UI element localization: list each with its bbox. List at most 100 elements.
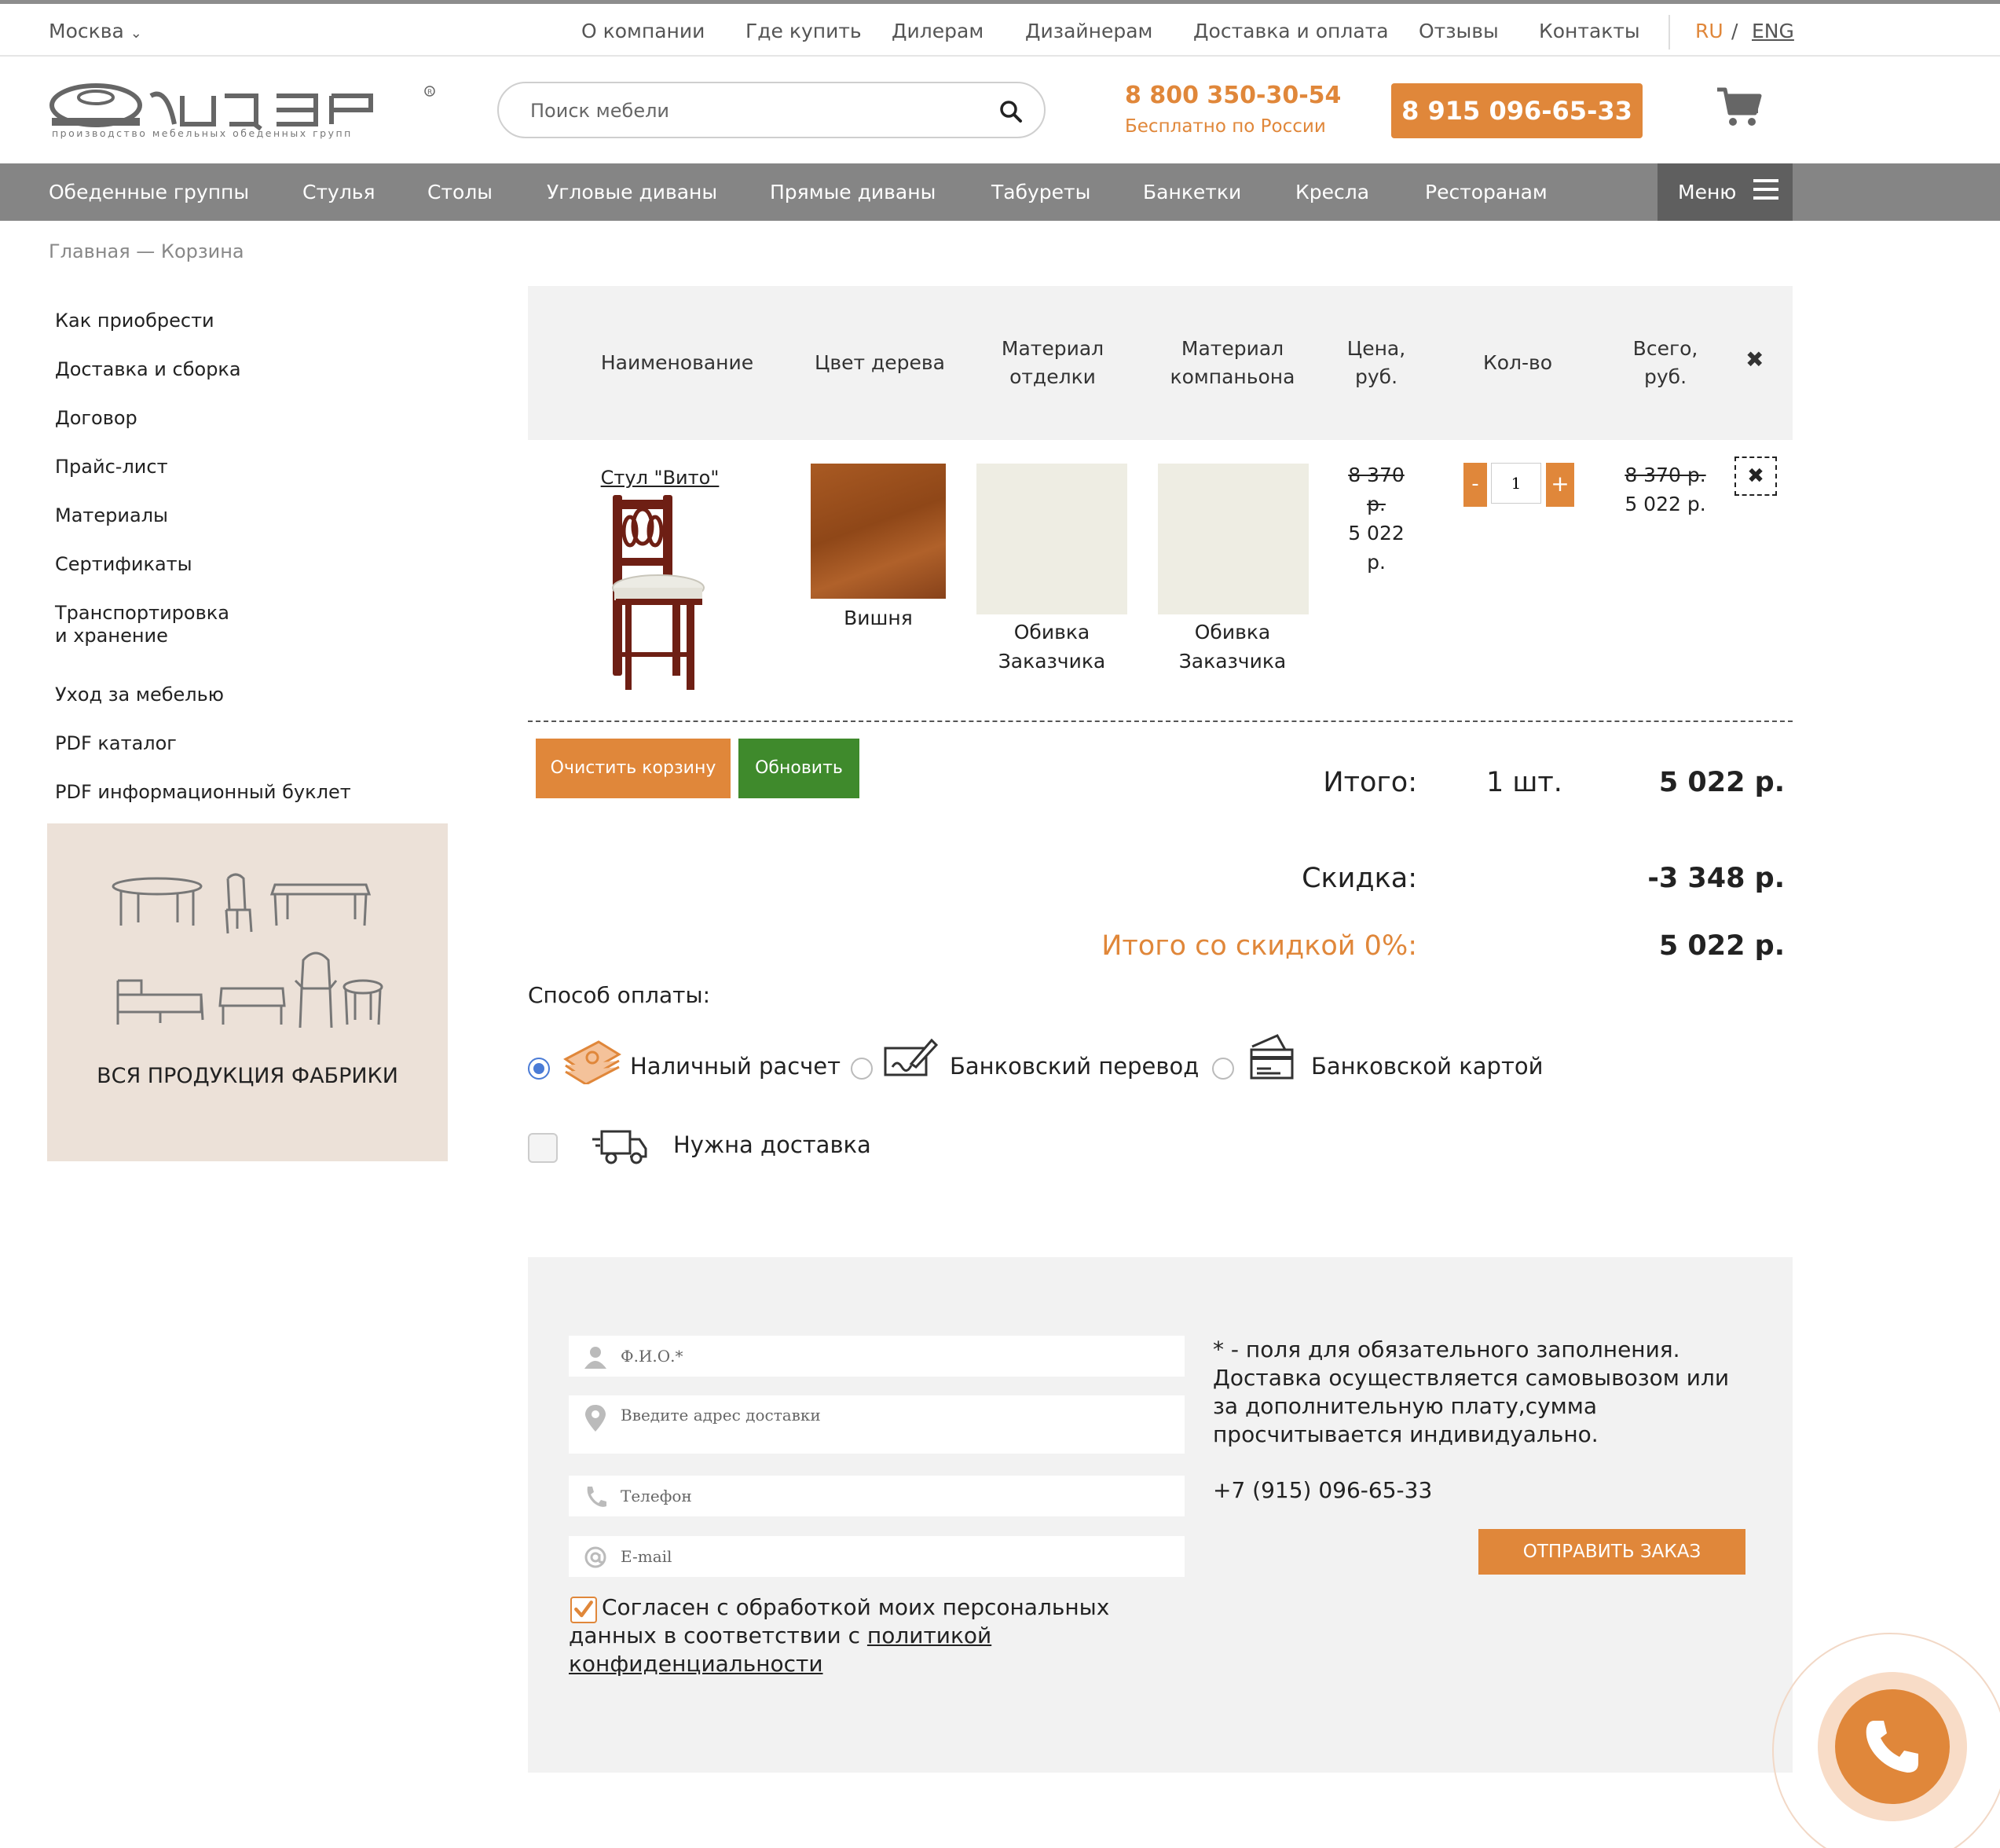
finish-material-name-1: Обивка — [1013, 621, 1090, 644]
product-chair-image[interactable] — [597, 495, 723, 691]
col-total-label-2: руб. — [1643, 365, 1687, 388]
phone-free-caption: Бесплатно по России — [1125, 116, 1326, 137]
lang-separator: / — [1731, 20, 1738, 42]
search-input[interactable] — [530, 96, 970, 126]
address-field — [569, 1395, 1185, 1454]
logo[interactable]: R производство мебельных обеденных групп — [49, 79, 441, 141]
discount-value: -3 348 р. — [1647, 863, 1785, 894]
phone-input[interactable] — [621, 1476, 1170, 1516]
payment-cash-label[interactable]: Наличный расчет — [630, 1053, 841, 1080]
menu-benches[interactable]: Банкетки — [1143, 181, 1241, 204]
price-old-value: 8 370 — [1348, 464, 1405, 486]
search-icon[interactable] — [998, 99, 1024, 124]
col-qty-label: Кол-во — [1482, 351, 1553, 374]
total-label: Итого: — [1323, 767, 1417, 798]
topnav-about[interactable]: О компании — [581, 20, 705, 42]
fio-input[interactable] — [621, 1336, 1170, 1377]
menu-chairs[interactable]: Стулья — [302, 181, 375, 204]
phone-free-link[interactable]: 8 800 350-30-54 — [1125, 82, 1341, 109]
menu-armchairs[interactable]: Кресла — [1295, 181, 1369, 204]
payment-transfer-label[interactable]: Банковский перевод — [950, 1053, 1199, 1080]
sidebar-link-how-to-buy[interactable]: Как приобрести — [55, 309, 214, 332]
city-selector[interactable]: Москва ⌄ — [49, 20, 142, 42]
price-old: 8 370 р. — [1337, 460, 1416, 519]
sidebar-link-transport-1[interactable]: Транспортировка — [55, 601, 229, 625]
sidebar-link-materials[interactable]: Материалы — [55, 504, 168, 527]
delivery-label[interactable]: Нужна доставка — [673, 1131, 871, 1158]
form-note: * - поля для обязательного заполнения. Д… — [1213, 1336, 1730, 1447]
promo-all-products[interactable]: ВСЯ ПРОДУКЦИЯ ФАБРИКИ — [47, 823, 448, 1161]
at-sign-icon — [584, 1546, 606, 1568]
col-companion-label-1: Материал — [1181, 337, 1284, 360]
phone-mobile-button[interactable]: 8 915 096-65-33 — [1391, 83, 1643, 138]
consent-text: Согласен с обработкой моих персональных … — [569, 1593, 1150, 1678]
col-finish-label-1: Материал — [1001, 337, 1104, 360]
email-input[interactable] — [621, 1536, 1170, 1577]
sidebar-link-transport-2[interactable]: и хранение — [55, 624, 168, 647]
remove-all-icon[interactable]: ✖ — [1745, 346, 1764, 372]
menu-button[interactable]: Меню — [1658, 163, 1793, 221]
menu-straight-sofas[interactable]: Прямые диваны — [770, 181, 936, 204]
menu-tables[interactable]: Столы — [427, 181, 493, 204]
companion-material-name-1: Обивка — [1194, 621, 1271, 644]
sidebar-link-delivery[interactable]: Доставка и сборка — [55, 358, 241, 381]
submit-order-button[interactable]: ОТПРАВИТЬ ЗАКАЗ — [1478, 1529, 1745, 1575]
menu-stools[interactable]: Табуреты — [991, 181, 1090, 204]
payment-cash-radio[interactable] — [528, 1058, 550, 1080]
callback-button[interactable] — [1835, 1689, 1950, 1804]
topnav-where-to-buy[interactable]: Где купить — [745, 20, 862, 42]
chevron-down-icon: ⌄ — [130, 25, 142, 42]
payment-card-radio[interactable] — [1212, 1058, 1234, 1080]
sidebar-link-contract[interactable]: Договор — [55, 406, 137, 430]
companion-material-name: Обивка Заказчика — [1141, 618, 1324, 676]
sidebar-link-price-list[interactable]: Прайс-лист — [55, 455, 168, 478]
main-menu: Обеденные группы Стулья Столы Угловые ди… — [0, 163, 2000, 221]
sidebar-link-certificates[interactable]: Сертификаты — [55, 552, 192, 576]
topnav-dealers[interactable]: Дилерам — [892, 20, 984, 42]
phone-handset-icon — [1866, 1721, 1918, 1773]
row-total-new: 5 022 р. — [1625, 493, 1706, 515]
logo-mark: R производство мебельных обеденных групп — [49, 83, 435, 139]
payment-transfer-radio[interactable] — [851, 1058, 873, 1080]
promo-label: ВСЯ ПРОДУКЦИЯ ФАБРИКИ — [97, 1064, 398, 1088]
breadcrumb[interactable]: Главная — Корзина — [49, 240, 244, 262]
lang-en-link[interactable]: ENG — [1752, 20, 1794, 42]
menu-restaurants[interactable]: Ресторанам — [1425, 181, 1548, 204]
topnav-designers[interactable]: Дизайнерам — [1025, 20, 1152, 42]
remove-item-icon[interactable]: ✖ — [1734, 456, 1777, 496]
sidebar-link-pdf-booklet[interactable]: PDF информационный буклет — [55, 780, 351, 804]
qty-input[interactable] — [1491, 463, 1541, 504]
logo-tagline: производство мебельных обеденных групп — [52, 127, 353, 139]
delivery-checkbox[interactable] — [528, 1133, 558, 1163]
sidebar-link-pdf-catalog[interactable]: PDF каталог — [55, 732, 177, 755]
menu-dining-groups[interactable]: Обеденные группы — [49, 181, 249, 204]
companion-material-swatch[interactable] — [1158, 464, 1309, 614]
product-name-link[interactable]: Стул "Вито" — [542, 464, 778, 493]
payment-title: Способ оплаты: — [528, 982, 711, 1008]
col-companion-label-2: компаньона — [1170, 365, 1295, 388]
cart-icon[interactable] — [1716, 86, 1763, 129]
wood-color-swatch[interactable] — [811, 464, 946, 599]
topnav-contacts[interactable]: Контакты — [1539, 20, 1640, 42]
col-total-label-1: Всего, — [1632, 337, 1698, 360]
discount-label: Скидка: — [1302, 863, 1417, 894]
city-label: Москва — [49, 20, 124, 42]
menu-button-label: Меню — [1678, 181, 1737, 204]
update-cart-button[interactable]: Обновить — [738, 739, 859, 798]
finish-material-swatch[interactable] — [976, 464, 1127, 614]
payment-card-label[interactable]: Банковской картой — [1311, 1053, 1543, 1080]
total-count: 1 шт. — [1486, 767, 1562, 798]
total-value: 5 022 р. — [1658, 767, 1785, 798]
sidebar-link-care[interactable]: Уход за мебелью — [55, 683, 224, 706]
cash-icon — [563, 1040, 621, 1084]
topnav-reviews[interactable]: Отзывы — [1419, 20, 1499, 42]
clear-cart-button[interactable]: Очистить корзину — [536, 739, 731, 798]
qty-increase-button[interactable]: + — [1546, 463, 1574, 507]
lang-ru-link[interactable]: RU — [1695, 20, 1723, 42]
qty-decrease-button[interactable]: - — [1463, 463, 1487, 507]
hamburger-icon — [1753, 179, 1778, 200]
topnav-delivery-payment[interactable]: Доставка и оплата — [1193, 20, 1389, 42]
menu-corner-sofas[interactable]: Угловые диваны — [547, 181, 717, 204]
address-input[interactable] — [621, 1395, 1170, 1435]
col-finish: Материал отделки — [968, 286, 1137, 440]
